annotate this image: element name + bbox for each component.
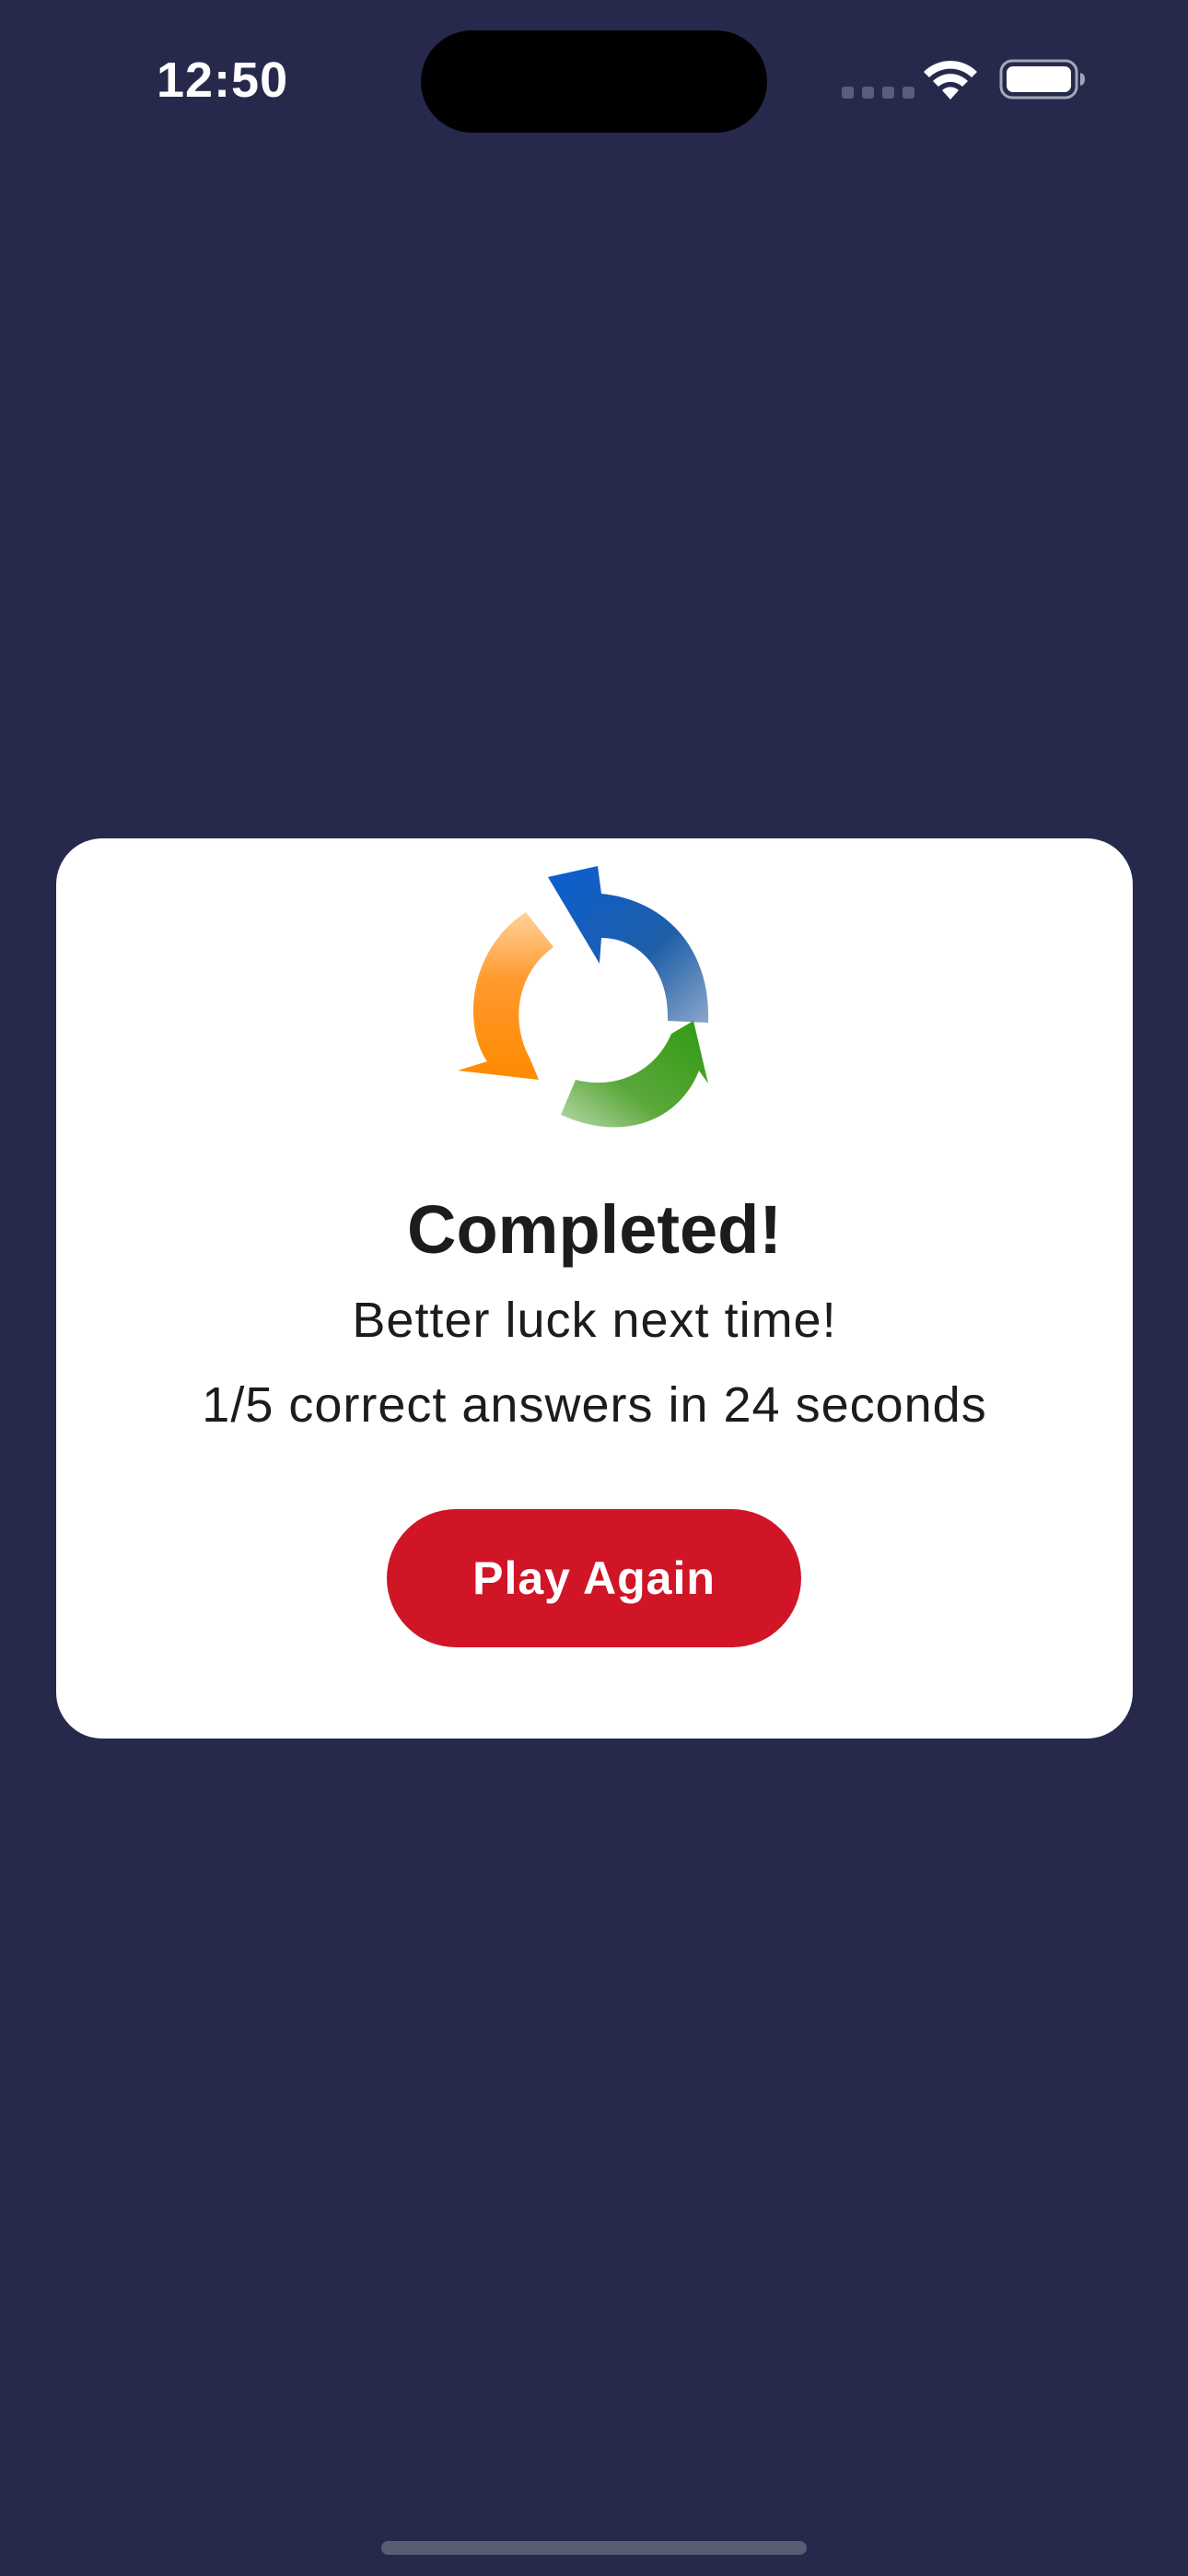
dynamic-island <box>421 30 767 133</box>
result-card: Completed! Better luck next time! 1/5 co… <box>56 838 1133 1739</box>
result-title: Completed! <box>407 1191 782 1268</box>
home-indicator[interactable] <box>381 2541 807 2555</box>
wifi-icon <box>924 60 977 100</box>
status-time: 12:50 <box>157 53 289 108</box>
play-again-button[interactable]: Play Again <box>387 1509 801 1647</box>
result-message: Better luck next time! <box>352 1293 837 1348</box>
refresh-cycle-icon <box>458 866 709 1128</box>
score-summary: 1/5 correct answers in 24 seconds <box>202 1377 987 1433</box>
battery-icon <box>999 59 1085 100</box>
cellular-signal-icon <box>842 87 914 99</box>
